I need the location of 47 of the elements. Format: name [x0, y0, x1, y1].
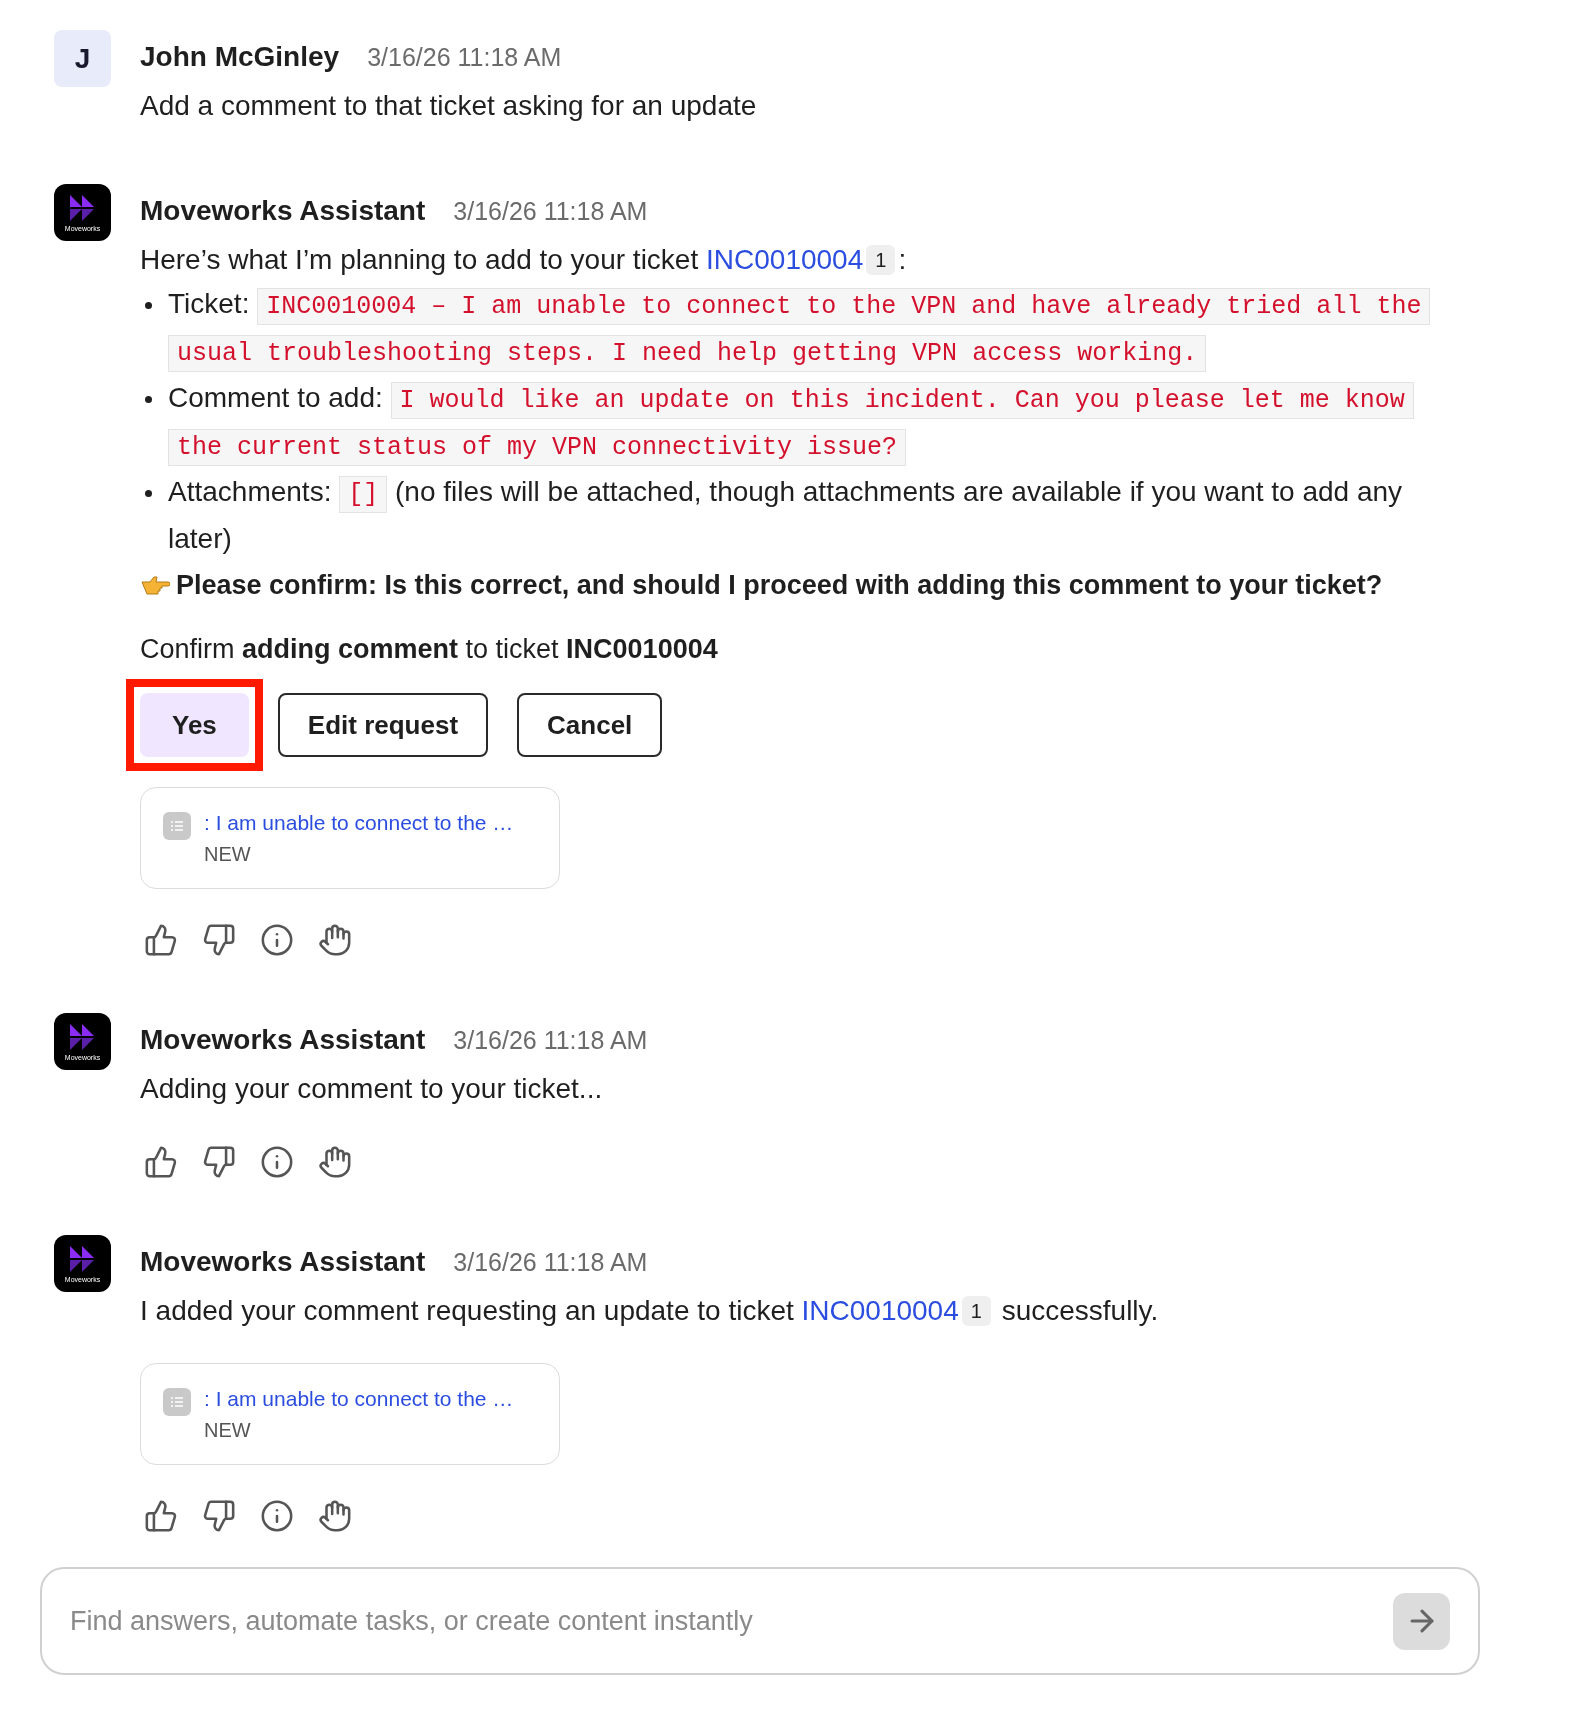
- ticket-link[interactable]: INC0010004: [706, 244, 864, 275]
- author-name: Moveworks Assistant: [140, 1245, 426, 1279]
- hand-icon[interactable]: [318, 923, 352, 957]
- author-name: John McGinley: [140, 40, 340, 74]
- author-name: Moveworks Assistant: [140, 1023, 426, 1057]
- message-timestamp: 3/16/26 11:18 AM: [453, 1247, 648, 1278]
- ticket-title[interactable]: : I am unable to connect to the …: [204, 808, 514, 838]
- message-text: Add a comment to that ticket asking for an update: [140, 89, 758, 123]
- info-icon[interactable]: [260, 1499, 294, 1533]
- message-text: I added your comment requesting an update to ticket INC0010004 1 successfully.: [140, 1294, 1160, 1328]
- hand-icon[interactable]: [318, 1145, 352, 1179]
- bullet-text: Attachments: [] (no files will be attached, though attachments are available if you want to add any later): [168, 475, 1404, 556]
- ticket-card[interactable]: : I am unable to connect to the … NEW: [140, 1363, 560, 1465]
- composer-field[interactable]: Find answers, automate tasks, or create content instantly: [40, 1567, 1480, 1675]
- citation-badge[interactable]: 1: [961, 1296, 991, 1326]
- pointing-hand-icon: [140, 574, 170, 596]
- thumbs-down-icon[interactable]: [202, 1145, 236, 1179]
- action-button[interactable]: Yes: [140, 693, 249, 757]
- confirm-note: Please confirm: Is this correct, and should I proceed with adding this comment to your ticket?: [176, 569, 1383, 602]
- hand-icon[interactable]: [318, 1499, 352, 1533]
- ticket-status: NEW: [204, 1418, 252, 1443]
- message-text: Here’s what I’m planning to add to your ticket INC0010004 1 :: [140, 243, 908, 277]
- info-icon[interactable]: [260, 1145, 294, 1179]
- message-text: Adding your comment to your ticket...: [140, 1072, 604, 1106]
- ticket-card[interactable]: : I am unable to connect to the … NEW: [140, 787, 560, 889]
- thumbs-down-icon[interactable]: [202, 1499, 236, 1533]
- thumbs-up-icon[interactable]: [144, 1145, 178, 1179]
- action-button[interactable]: Cancel: [517, 693, 663, 757]
- message-timestamp: 3/16/26 11:18 AM: [367, 42, 562, 73]
- thumbs-up-icon[interactable]: [144, 1499, 178, 1533]
- ticket-icon: [163, 1388, 191, 1416]
- ticket-link[interactable]: INC0010004: [801, 1295, 959, 1326]
- message-timestamp: 3/16/26 11:18 AM: [453, 1025, 648, 1056]
- message-input[interactable]: Find answers, automate tasks, or create content instantly: [70, 1600, 1393, 1642]
- thumbs-up-icon[interactable]: [144, 923, 178, 957]
- info-icon[interactable]: [260, 923, 294, 957]
- action-button[interactable]: Edit request: [277, 693, 489, 757]
- author-name: Moveworks Assistant: [140, 194, 426, 228]
- user-avatar: J: [54, 30, 111, 87]
- ticket-title[interactable]: : I am unable to connect to the …: [204, 1384, 514, 1414]
- ticket-icon: [163, 812, 191, 840]
- citation-badge[interactable]: 1: [866, 245, 896, 275]
- thumbs-down-icon[interactable]: [202, 923, 236, 957]
- confirm-prompt: Confirm adding comment to ticket INC0010004: [140, 633, 719, 666]
- send-button[interactable]: [1393, 1592, 1450, 1650]
- message-timestamp: 3/16/26 11:18 AM: [453, 196, 648, 227]
- ticket-status: NEW: [204, 842, 252, 867]
